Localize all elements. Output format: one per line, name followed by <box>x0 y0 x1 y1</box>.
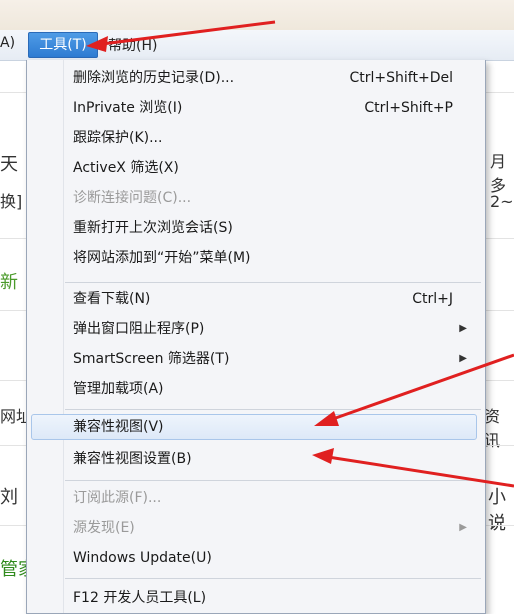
submenu-arrow-icon: ▶ <box>459 323 467 334</box>
menu-item-label: Windows Update(U) <box>73 550 212 566</box>
menu-item-feed-discovery: 源发现(E) ▶ <box>27 516 483 540</box>
bg-text: 换] <box>0 192 23 211</box>
menu-separator <box>65 578 481 579</box>
menu-separator <box>65 480 481 481</box>
bg-text: 2~2 <box>490 192 514 211</box>
browser-top-strip <box>0 0 514 30</box>
menu-item-view-downloads[interactable]: 查看下载(N) Ctrl+J <box>27 287 483 311</box>
menu-item-shortcut: Ctrl+Shift+Del <box>349 70 453 86</box>
menu-item-label: 将网站添加到“开始”菜单(M) <box>73 250 251 266</box>
bg-text: 月 多 <box>490 152 507 195</box>
menu-item-reopen-session[interactable]: 重新打开上次浏览会话(S) <box>27 216 483 240</box>
menu-item-shortcut: Ctrl+Shift+P <box>364 100 453 116</box>
menu-item-label: SmartScreen 筛选器(T) <box>73 351 230 367</box>
menu-item-diagnose-connection: 诊断连接问题(C)... <box>27 186 483 210</box>
menu-item-delete-history[interactable]: 删除浏览的历史记录(D)... Ctrl+Shift+Del <box>27 66 483 90</box>
menu-item-activex-filter[interactable]: ActiveX 筛选(X) <box>27 156 483 180</box>
menu-item-label: 查看下载(N) <box>73 291 151 307</box>
tools-dropdown-menu: 删除浏览的历史记录(D)... Ctrl+Shift+Del InPrivate… <box>26 60 486 614</box>
menu-item-smartscreen[interactable]: SmartScreen 筛选器(T) ▶ <box>27 347 483 371</box>
bg-text: 资讯 <box>484 407 501 450</box>
menu-item-subscribe-feed: 订阅此源(F)... <box>27 486 483 510</box>
menu-separator <box>65 282 481 283</box>
submenu-arrow-icon: ▶ <box>459 522 467 533</box>
menu-separator <box>65 409 481 410</box>
bg-text: 天 <box>0 154 18 175</box>
bg-text: 小说 <box>488 487 506 534</box>
menu-item-label: F12 开发人员工具(L) <box>73 590 207 606</box>
bg-text: 新 <box>0 272 18 293</box>
menu-item-f12-devtools[interactable]: F12 开发人员工具(L) <box>27 586 483 610</box>
submenu-arrow-icon: ▶ <box>459 353 467 364</box>
menu-item-shortcut: Ctrl+J <box>412 291 453 307</box>
menu-item-add-to-start[interactable]: 将网站添加到“开始”菜单(M) <box>27 246 483 270</box>
menu-tools[interactable]: 工具(T) <box>28 32 98 58</box>
menu-item-label: 管理加载项(A) <box>73 381 164 397</box>
menu-item-compatibility-view[interactable]: 兼容性视图(V) <box>31 414 477 440</box>
menu-item-manage-addons[interactable]: 管理加载项(A) <box>27 377 483 401</box>
menu-item-label: 弹出窗口阻止程序(P) <box>73 321 205 337</box>
menu-item-label: 诊断连接问题(C)... <box>73 190 192 206</box>
menu-item-label: 源发现(E) <box>73 520 135 536</box>
menu-item-label: 重新打开上次浏览会话(S) <box>73 220 233 236</box>
menu-item-label: 订阅此源(F)... <box>73 490 162 506</box>
menu-help[interactable]: 帮助(H) <box>108 35 157 55</box>
menu-item-windows-update[interactable]: Windows Update(U) <box>27 546 483 570</box>
menu-item-compatibility-settings[interactable]: 兼容性视图设置(B) <box>27 447 483 471</box>
bg-text: 刘 <box>0 487 18 508</box>
menu-item-tracking-protection[interactable]: 跟踪保护(K)... <box>27 126 483 150</box>
menu-item-label: 删除浏览的历史记录(D)... <box>73 70 235 86</box>
menu-item-partial[interactable]: A) <box>0 35 15 51</box>
menu-bar: A) 工具(T) 帮助(H) <box>0 30 514 61</box>
menu-item-label: 兼容性视图(V) <box>73 419 164 435</box>
menu-item-label: InPrivate 浏览(I) <box>73 100 183 116</box>
menu-item-label: 跟踪保护(K)... <box>73 130 163 146</box>
menu-item-inprivate[interactable]: InPrivate 浏览(I) Ctrl+Shift+P <box>27 96 483 120</box>
menu-item-label: 兼容性视图设置(B) <box>73 451 192 467</box>
menu-item-label: ActiveX 筛选(X) <box>73 160 179 176</box>
menu-item-popup-blocker[interactable]: 弹出窗口阻止程序(P) ▶ <box>27 317 483 341</box>
